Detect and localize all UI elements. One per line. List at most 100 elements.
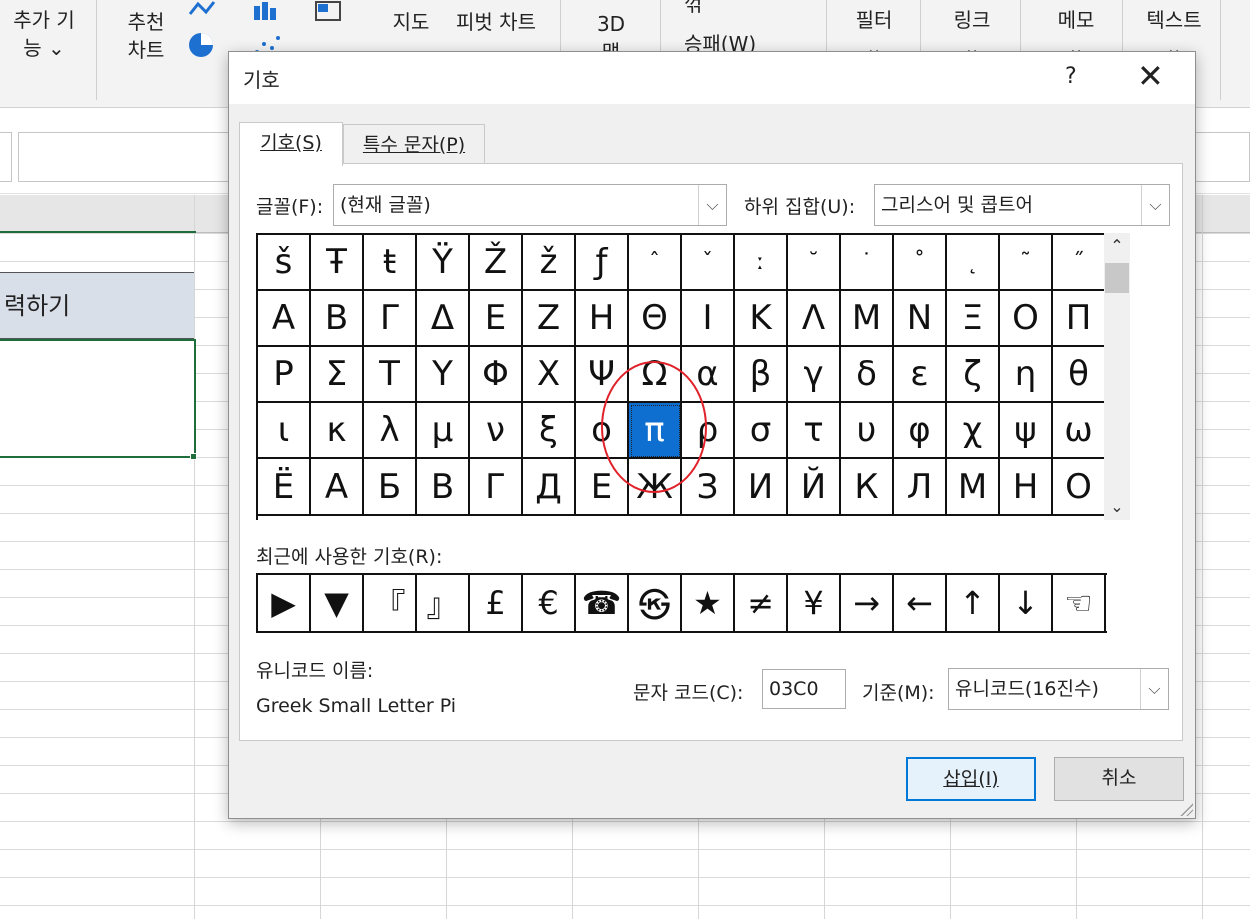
recent-symbol-cell[interactable]: ¥ [788,575,841,631]
symbol-cell[interactable]: В [417,459,470,516]
symbol-cell[interactable]: τ [788,403,841,459]
dialog-titlebar[interactable]: 기호 ? ✕ [229,52,1195,104]
tab-special-characters[interactable]: 특수 문자(P) [343,124,485,164]
symbol-cell[interactable]: К [841,459,894,516]
symbol-cell-selected[interactable]: π [629,403,682,459]
chevron-down-icon[interactable]: ⌵ [698,185,726,225]
symbol-cell[interactable]: Б [364,459,417,516]
recent-symbol-cell[interactable]: ☜ [1053,575,1106,631]
symbol-cell[interactable]: ω [1053,403,1106,459]
symbol-cell[interactable]: η [1000,347,1053,403]
selected-cell-range[interactable] [0,339,196,458]
symbol-cell[interactable]: ˙ [841,235,894,291]
symbol-cell[interactable]: ː [735,235,788,291]
symbol-cell[interactable]: А [311,459,364,516]
symbol-cell[interactable]: ˚ [894,235,947,291]
recent-symbol-cell[interactable]: 『 [364,575,417,631]
symbol-cell[interactable]: Λ [788,291,841,347]
pie-chart-icon[interactable] [186,30,216,60]
symbol-cell[interactable]: ζ [947,347,1000,403]
symbol-cell[interactable]: ˘ [788,235,841,291]
tab-symbols[interactable]: 기호(S) [239,122,343,166]
symbol-cell[interactable]: Г [470,459,523,516]
scrollbar-thumb[interactable] [1105,263,1129,293]
symbol-cell[interactable]: ˜ [1000,235,1053,291]
recent-symbol-cell[interactable]: ← [894,575,947,631]
symbol-cell[interactable]: σ [735,403,788,459]
scroll-up-icon[interactable]: ⌃ [1104,233,1130,259]
symbol-cell[interactable]: ξ [523,403,576,459]
symbol-cell[interactable]: λ [364,403,417,459]
symbol-cell[interactable]: Π [1053,291,1106,347]
symbol-cell[interactable]: χ [947,403,1000,459]
symbol-cell[interactable]: Τ [364,347,417,403]
symbol-cell[interactable]: ρ [682,403,735,459]
line-chart-icon[interactable] [188,0,228,18]
symbol-cell[interactable]: ˝ [1053,235,1106,291]
symbol-cell[interactable]: Ε [470,291,523,347]
symbol-cell[interactable]: Δ [417,291,470,347]
symbol-cell[interactable]: Ŧ [311,235,364,291]
recent-symbol-cell[interactable]: 』 [417,575,470,631]
symbol-cell[interactable]: Χ [523,347,576,403]
symbol-cell[interactable]: ž [523,235,576,291]
insert-button[interactable]: 삽입(I) [906,757,1036,801]
addins-button[interactable]: 추가 기 능 ⌄ [8,6,80,62]
symbol-cell[interactable]: Γ [364,291,417,347]
symbol-cell[interactable]: Й [788,459,841,516]
symbol-cell[interactable]: М [947,459,1000,516]
symbol-cell[interactable]: φ [894,403,947,459]
symbol-cell[interactable]: μ [417,403,470,459]
symbol-cell[interactable]: Β [311,291,364,347]
symbol-cell[interactable]: Ρ [258,347,311,403]
symbol-cell[interactable]: κ [311,403,364,459]
recent-symbol-cell[interactable]: ↓ [1000,575,1053,631]
font-select[interactable]: (현재 글꼴) ⌵ [333,184,727,226]
recent-symbol-cell[interactable]: £ [470,575,523,631]
recommended-charts-button[interactable]: 추천 차트 [118,8,174,64]
maps-button[interactable]: 지도 [386,8,436,36]
symbol-cell[interactable]: И [735,459,788,516]
symbol-cell[interactable]: Σ [311,347,364,403]
recent-symbol-cell[interactable]: → [841,575,894,631]
sparkline-line-button[interactable]: 꺾 [684,0,764,18]
symbol-cell[interactable]: ƒ [576,235,629,291]
symbol-cell[interactable]: Ÿ [417,235,470,291]
recent-symbol-cell[interactable]: ▼ [311,575,364,631]
resize-grip[interactable] [1179,802,1193,816]
symbol-cell[interactable]: α [682,347,735,403]
symbol-cell[interactable]: Ω [629,347,682,403]
symbol-cell[interactable]: ˛ [947,235,1000,291]
symbol-cell[interactable]: Ж [629,459,682,516]
symbol-cell[interactable]: Ν [894,291,947,347]
symbol-cell[interactable]: Η [576,291,629,347]
recent-symbol-cell[interactable]: ▶ [258,575,311,631]
subset-select[interactable]: 그리스어 및 콥트어 ⌵ [874,184,1170,226]
symbol-cell[interactable]: ŧ [364,235,417,291]
pivot-chart-button[interactable]: 피벗 차트 [446,8,546,36]
symbol-cell[interactable]: š [258,235,311,291]
recent-symbol-cell[interactable]: ≠ [735,575,788,631]
symbol-cell[interactable]: ν [470,403,523,459]
symbol-cell[interactable]: Н [1000,459,1053,516]
symbol-cell[interactable]: β [735,347,788,403]
symbol-cell[interactable]: Е [576,459,629,516]
symbol-cell[interactable]: ˆ [629,235,682,291]
chevron-down-icon[interactable]: ⌵ [1141,185,1169,225]
recent-symbol-cell[interactable]: ★ [682,575,735,631]
symbol-cell[interactable]: Μ [841,291,894,347]
symbol-cell[interactable]: Θ [629,291,682,347]
symbol-cell[interactable]: Υ [417,347,470,403]
symbol-cell[interactable]: ο [576,403,629,459]
char-code-input[interactable]: 03C0 [762,669,846,709]
symbol-cell[interactable]: Ο [1000,291,1053,347]
bar-chart-icon[interactable] [252,0,280,20]
symbol-cell[interactable]: Д [523,459,576,516]
symbol-cell[interactable]: Ψ [576,347,629,403]
symbol-cell[interactable]: О [1053,459,1106,516]
scroll-down-icon[interactable]: ⌄ [1104,494,1130,520]
recent-symbol-cell[interactable]: ㉿ [629,575,682,631]
symbol-cell[interactable]: Ι [682,291,735,347]
symbol-cell[interactable]: δ [841,347,894,403]
name-box[interactable] [0,132,12,182]
